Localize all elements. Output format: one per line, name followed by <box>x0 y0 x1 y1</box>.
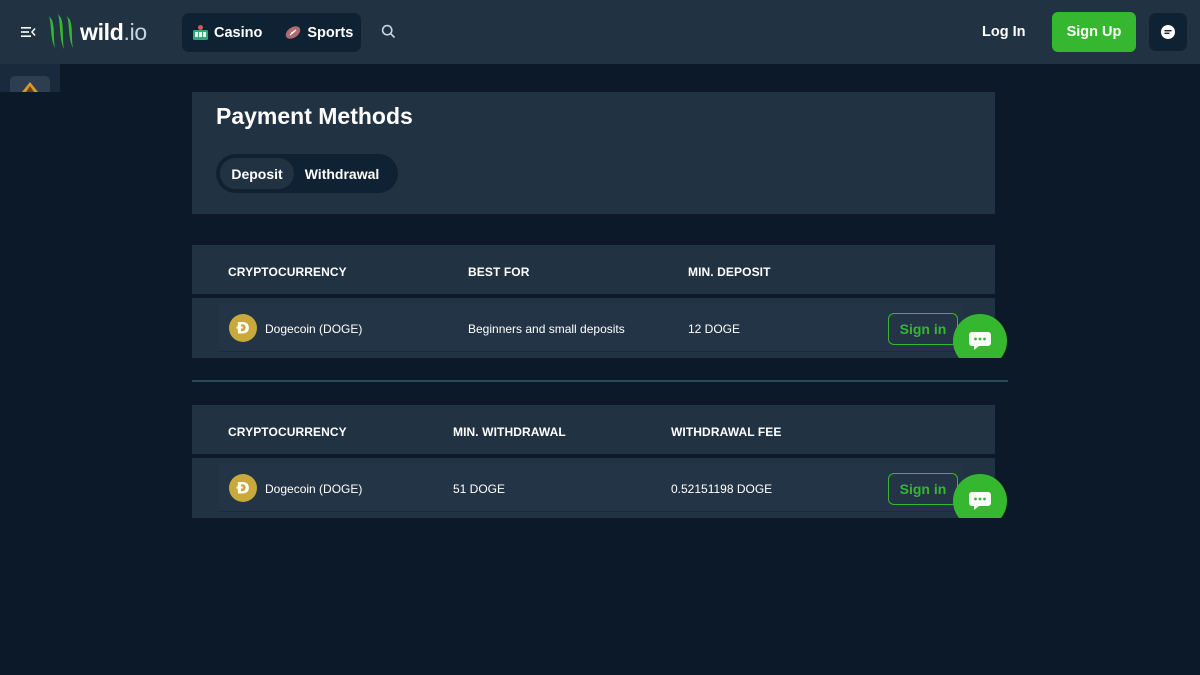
currency-name: Dogecoin (DOGE) <box>265 322 363 336</box>
table-row: Ð Dogecoin (DOGE) Beginners and small de… <box>218 304 963 352</box>
live-chat-bubble-wrapper <box>953 474 1007 518</box>
live-chat-button[interactable] <box>953 474 1007 518</box>
casino-icon <box>193 25 208 40</box>
coin-symbol: Ð <box>236 319 249 338</box>
main-nav: Casino Sports <box>182 13 361 52</box>
nav-casino[interactable]: Casino <box>192 24 262 41</box>
tab-deposit[interactable]: Deposit <box>220 158 294 189</box>
withdrawal-fee-value: 0.52151198 DOGE <box>671 482 773 496</box>
column-header: WITHDRAWAL FEE <box>671 425 782 439</box>
section-divider <box>192 380 1008 382</box>
coin-symbol: Ð <box>236 479 249 498</box>
game-thumbnail-icon <box>22 82 38 92</box>
menu-collapse-icon[interactable] <box>20 24 36 40</box>
min-deposit-value: 12 DOGE <box>688 322 741 336</box>
column-header: BEST FOR <box>468 265 530 279</box>
top-bar: wild.io Casino Sports Log In Sign Up <box>0 0 1200 64</box>
column-header: MIN. WITHDRAWAL <box>453 425 566 439</box>
withdrawal-table-body: Ð Dogecoin (DOGE) 51 DOGE 0.52151198 DOG… <box>192 458 995 518</box>
best-for-value: Beginners and small deposits <box>468 322 625 336</box>
min-withdrawal-value: 51 DOGE <box>453 482 506 496</box>
logo[interactable]: wild.io <box>46 14 147 50</box>
search-icon[interactable] <box>381 24 396 39</box>
sign-in-button[interactable]: Sign in <box>888 473 958 505</box>
chat-icon <box>1161 25 1175 39</box>
nav-sports[interactable]: Sports <box>284 24 353 41</box>
claw-logo-icon <box>49 14 73 49</box>
live-chat-button[interactable] <box>953 314 1007 358</box>
withdrawal-table-header: CRYPTOCURRENCY MIN. WITHDRAWAL WITHDRAWA… <box>192 405 995 454</box>
chat-button[interactable] <box>1149 13 1187 51</box>
chat-dots-icon <box>969 332 991 350</box>
chat-dots-icon <box>969 492 991 510</box>
live-chat-bubble-wrapper <box>953 314 1007 358</box>
tab-withdrawal[interactable]: Withdrawal <box>294 158 390 189</box>
dogecoin-icon: Ð <box>229 314 257 342</box>
deposit-table-header: CRYPTOCURRENCY BEST FOR MIN. DEPOSIT <box>192 245 995 294</box>
payment-methods-panel: Payment Methods Deposit Withdrawal <box>192 92 995 214</box>
column-header: CRYPTOCURRENCY <box>228 265 347 279</box>
currency-name: Dogecoin (DOGE) <box>265 482 363 496</box>
dogecoin-icon: Ð <box>229 474 257 502</box>
column-header: CRYPTOCURRENCY <box>228 425 347 439</box>
football-icon <box>286 26 301 39</box>
logo-text: wild.io <box>80 18 147 45</box>
login-button[interactable]: Log In <box>982 24 1026 40</box>
sign-in-button[interactable]: Sign in <box>888 313 958 345</box>
page-title: Payment Methods <box>216 103 413 129</box>
column-header: MIN. DEPOSIT <box>688 265 771 279</box>
sidebar-game-tile[interactable] <box>10 76 50 92</box>
table-row: Ð Dogecoin (DOGE) 51 DOGE 0.52151198 DOG… <box>218 464 963 512</box>
left-sidebar <box>0 64 60 92</box>
signup-button[interactable]: Sign Up <box>1052 12 1136 52</box>
payment-tabs: Deposit Withdrawal <box>216 154 398 193</box>
deposit-table-body: Ð Dogecoin (DOGE) Beginners and small de… <box>192 298 995 358</box>
